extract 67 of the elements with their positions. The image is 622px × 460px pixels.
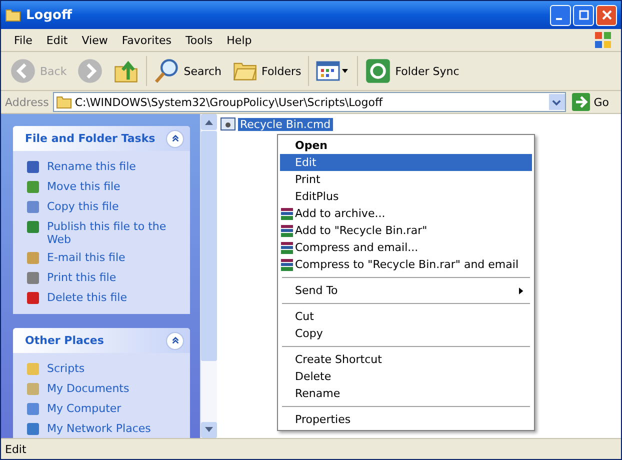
- address-label: Address: [5, 96, 49, 108]
- double-chevron-icon: [170, 336, 180, 345]
- menu-item[interactable]: Send To: [280, 282, 532, 299]
- maximize-icon: [578, 10, 588, 20]
- task-link[interactable]: E-mail this file: [47, 250, 126, 264]
- task-link[interactable]: Rename this file: [47, 159, 136, 173]
- menu-item[interactable]: Cut: [280, 308, 532, 325]
- go-arrow-icon: [572, 93, 590, 111]
- task-link[interactable]: Copy this file: [47, 199, 119, 213]
- menu-item[interactable]: Copy: [280, 325, 532, 342]
- menu-item[interactable]: Favorites: [114, 34, 179, 46]
- menu-item[interactable]: Edit: [39, 34, 75, 46]
- scrollbar[interactable]: [200, 114, 217, 438]
- menu-item[interactable]: Compress and email...: [280, 239, 532, 256]
- task-link[interactable]: Delete this file: [47, 290, 127, 304]
- task-link[interactable]: Move this file: [47, 179, 120, 193]
- books-icon: [280, 206, 294, 220]
- task-link[interactable]: My Documents: [47, 381, 130, 395]
- menu-item[interactable]: Help: [220, 34, 259, 46]
- task-link[interactable]: My Network Places: [47, 421, 151, 435]
- books-icon: [280, 224, 294, 238]
- task-link[interactable]: Publish this file to the Web: [47, 219, 182, 246]
- windows-logo-icon: [593, 30, 613, 50]
- menu-item[interactable]: Create Shortcut: [280, 351, 532, 368]
- close-button[interactable]: [596, 4, 617, 26]
- menu-item[interactable]: Compress to "Recycle Bin.rar" and email: [280, 256, 532, 273]
- menu-item[interactable]: Add to archive...: [280, 205, 532, 222]
- menu-item[interactable]: File: [7, 34, 40, 46]
- sync-button[interactable]: Folder Sync: [362, 56, 462, 86]
- window-title: Logoff: [26, 8, 74, 22]
- menu-item[interactable]: Tools: [178, 34, 220, 46]
- menu-item[interactable]: View: [74, 34, 115, 46]
- minimize-icon: [556, 18, 562, 20]
- collapse-button[interactable]: [166, 332, 184, 350]
- close-icon: [602, 10, 612, 20]
- menu-item[interactable]: Open: [280, 137, 532, 154]
- menu-item[interactable]: Delete: [280, 368, 532, 385]
- menu-item[interactable]: Edit: [280, 154, 532, 171]
- folders-button[interactable]: Folders: [228, 56, 304, 86]
- script-file-icon: [220, 117, 236, 131]
- panel-title: Other Places: [25, 334, 104, 347]
- menu-item[interactable]: Properties: [280, 411, 532, 428]
- double-chevron-icon: [170, 134, 180, 143]
- books-icon: [280, 258, 294, 272]
- folder-up-icon: [112, 58, 139, 84]
- address-field[interactable]: C:\WINDOWS\System32\GroupPolicy\User\Scripts\Logoff: [52, 92, 566, 112]
- search-icon: [154, 58, 180, 84]
- submenu-arrow-icon: [519, 286, 524, 294]
- menu-item[interactable]: Print: [280, 171, 532, 188]
- sync-icon: [365, 58, 392, 84]
- menu-item[interactable]: Add to "Recycle Bin.rar": [280, 222, 532, 239]
- maximize-button[interactable]: [573, 4, 594, 26]
- books-icon: [280, 240, 294, 254]
- status-text: Edit: [5, 442, 26, 456]
- scroll-down-icon: [205, 427, 213, 433]
- file-name[interactable]: Recycle Bin.cmd: [238, 118, 333, 130]
- collapse-button[interactable]: [166, 130, 184, 148]
- minimize-button[interactable]: [550, 4, 571, 26]
- go-button[interactable]: Go: [570, 93, 617, 111]
- scroll-up-icon: [205, 119, 213, 125]
- search-button[interactable]: Search: [150, 56, 225, 86]
- task-link[interactable]: My Computer: [47, 401, 122, 415]
- task-link[interactable]: Print this file: [47, 270, 116, 284]
- panel-title: File and Folder Tasks: [25, 132, 156, 145]
- menu-item[interactable]: Rename: [280, 385, 532, 402]
- menu-item[interactable]: EditPlus: [280, 188, 532, 205]
- task-link[interactable]: Scripts: [47, 361, 85, 375]
